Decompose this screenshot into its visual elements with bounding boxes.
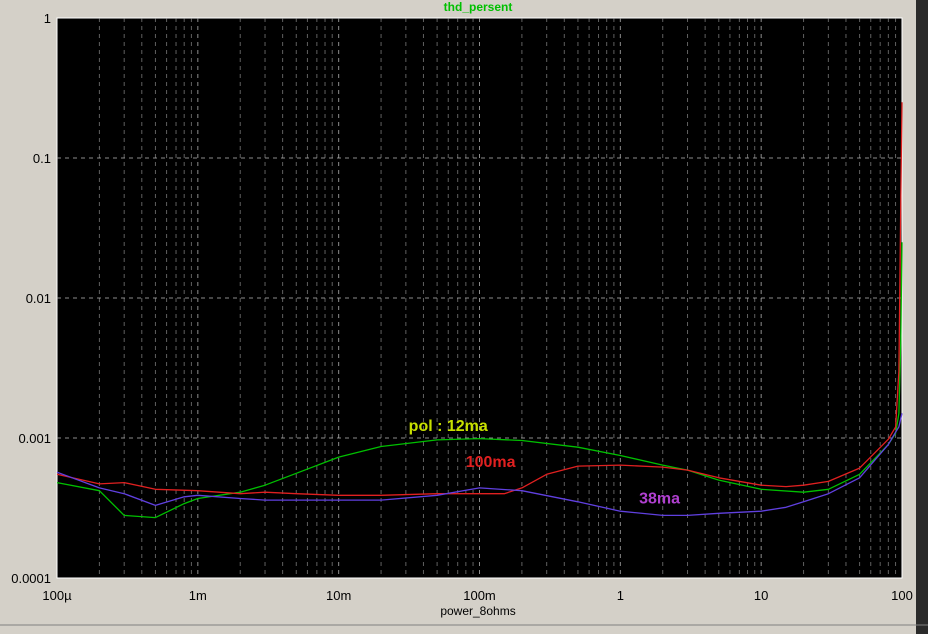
x-axis-label: power_8ohms xyxy=(440,604,515,618)
y-tick-label: 0.001 xyxy=(18,431,51,446)
y-tick-label: 1 xyxy=(44,11,51,26)
series-annotation-label: 100ma xyxy=(466,454,516,471)
x-tick-label: 100 xyxy=(891,588,913,603)
x-tick-label: 1m xyxy=(189,588,207,603)
y-tick-label: 0.01 xyxy=(26,291,51,306)
x-tick-label: 1 xyxy=(617,588,624,603)
series-annotation-label: 38ma xyxy=(639,491,680,508)
chart-title: thd_persent xyxy=(444,0,513,14)
plot-window: 100µ 1m 10m 100m 1 10 100 1 0.1 0.01 0.001 0.0001 p… xyxy=(0,0,928,634)
x-tick-label: 10 xyxy=(754,588,768,603)
y-tick-label: 0.1 xyxy=(33,151,51,166)
series-annotation-label: pol : 12ma xyxy=(409,418,488,435)
y-tick-label: 0.0001 xyxy=(11,571,51,586)
x-tick-label: 100µ xyxy=(42,588,72,603)
right-scroll-strip xyxy=(916,0,928,634)
thd-plot: 100µ 1m 10m 100m 1 10 100 1 0.1 0.01 0.001 0.0001 p… xyxy=(0,0,928,634)
x-tick-label: 10m xyxy=(326,588,351,603)
x-tick-label: 100m xyxy=(463,588,496,603)
